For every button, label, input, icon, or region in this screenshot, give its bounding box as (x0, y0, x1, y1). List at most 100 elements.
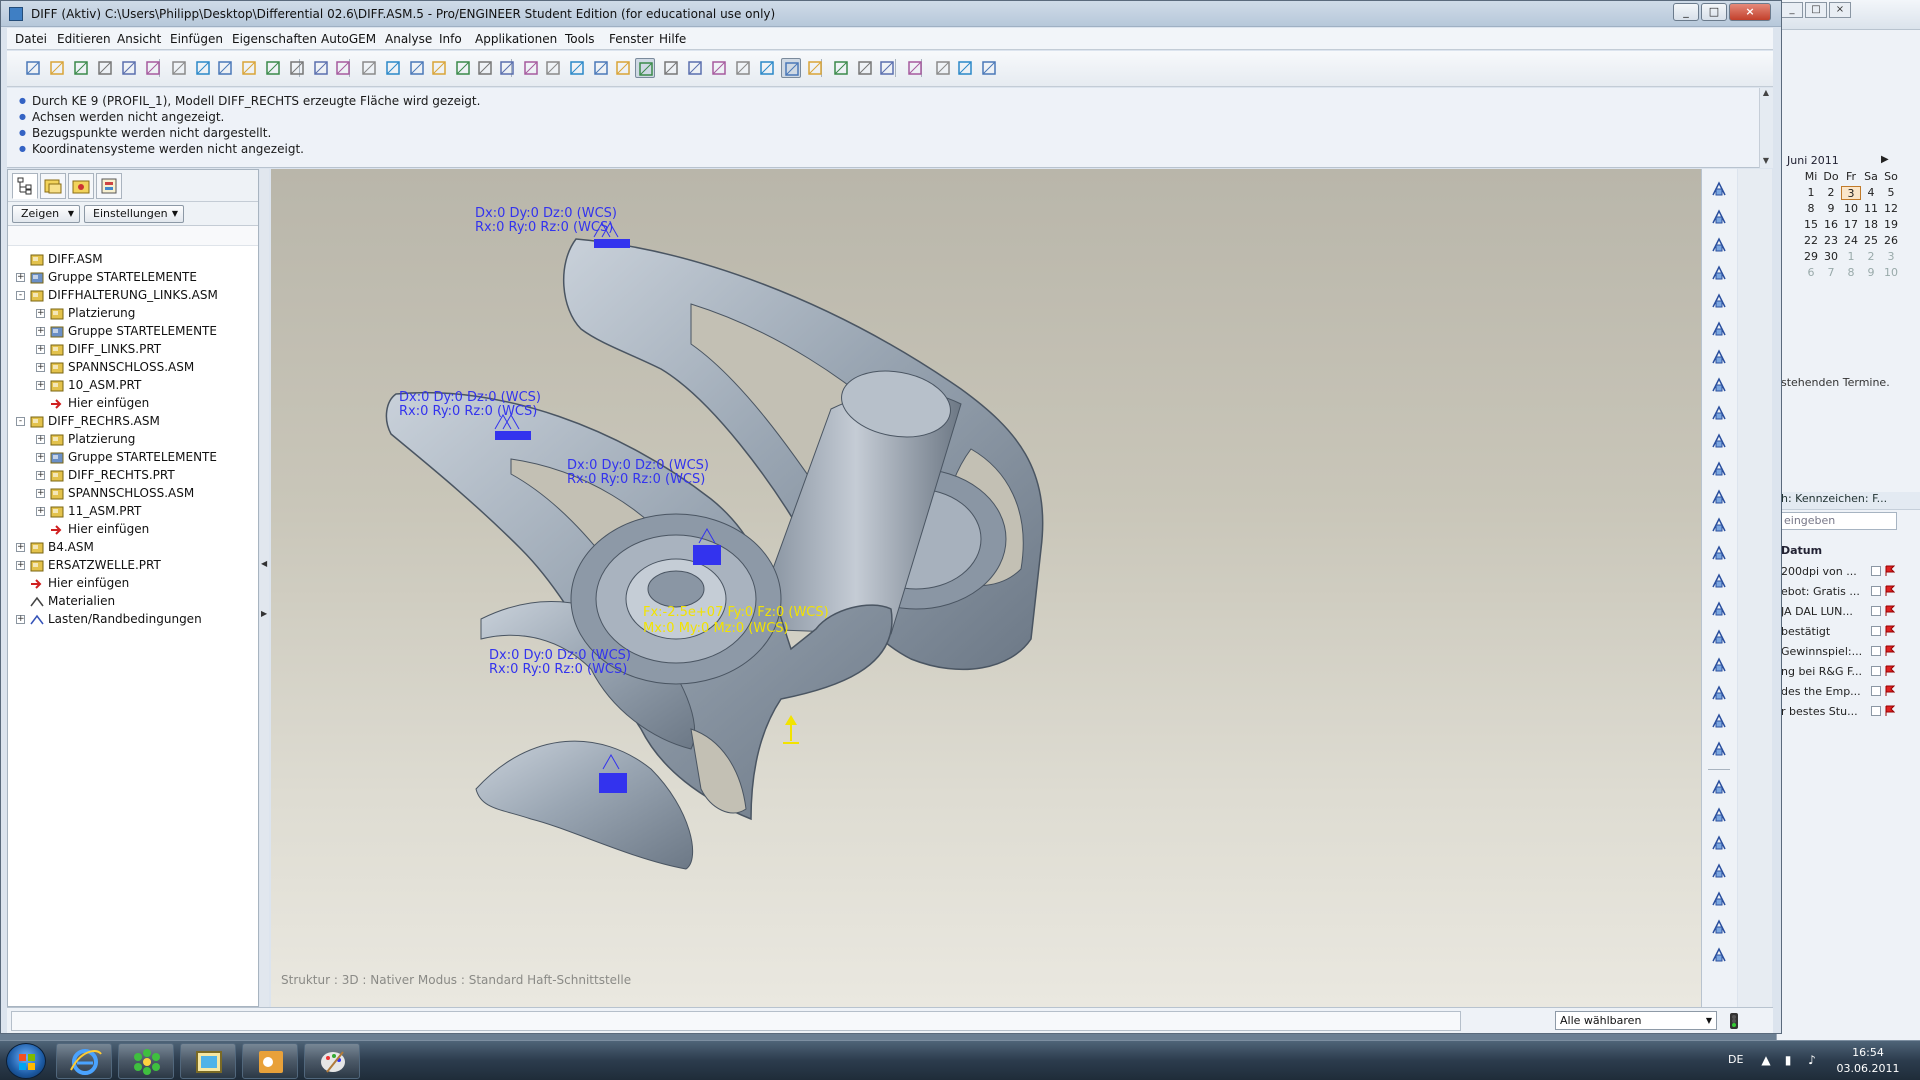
paste-button[interactable] (263, 58, 283, 78)
zoom-out-button[interactable] (429, 58, 449, 78)
wireframe-button[interactable] (567, 58, 587, 78)
flag-icon[interactable] (1885, 645, 1895, 657)
model-viewport[interactable] (271, 169, 1701, 1007)
zoom-in-button[interactable] (407, 58, 427, 78)
help-button[interactable] (955, 58, 975, 78)
temperature-button[interactable] (1709, 319, 1729, 339)
shell-button[interactable] (1709, 543, 1729, 563)
mesh-control-button[interactable] (1709, 945, 1729, 965)
outlook-minimize-button[interactable]: _ (1781, 2, 1803, 18)
tree-node[interactable]: DIFF.ASM (8, 250, 258, 268)
close-button[interactable] (805, 58, 825, 78)
connections-tab[interactable] (96, 173, 122, 199)
fastener-button[interactable] (1709, 683, 1729, 703)
favorites-tab[interactable] (68, 173, 94, 199)
refit-button[interactable] (453, 58, 473, 78)
volume-region-button[interactable] (1709, 861, 1729, 881)
calendar-cell[interactable]: 9 (1861, 266, 1881, 280)
no-hidden-button[interactable] (613, 58, 633, 78)
distribute-button[interactable] (877, 58, 897, 78)
mass-button[interactable] (1709, 487, 1729, 507)
task-date-column-header[interactable]: Datum (1781, 544, 1822, 557)
calendar-cell[interactable]: 12 (1881, 202, 1901, 216)
task-row[interactable]: 200dpi von ... (1777, 562, 1920, 582)
tree-node[interactable]: Materialien (8, 592, 258, 610)
menu-item[interactable]: Hilfe (659, 32, 686, 46)
task-checkbox[interactable] (1871, 686, 1881, 696)
weighted-link-button[interactable] (1709, 599, 1729, 619)
email-button[interactable] (119, 58, 139, 78)
annotation-button[interactable] (757, 58, 777, 78)
tree-node[interactable]: +10_ASM.PRT (8, 376, 258, 394)
task-checkbox[interactable] (1871, 586, 1881, 596)
tree-node[interactable]: + B4.ASM (8, 538, 258, 556)
language-indicator[interactable]: DE (1728, 1053, 1743, 1066)
task-arrange-header[interactable]: h: Kennzeichen: F... (1777, 492, 1920, 510)
save-button[interactable] (71, 58, 91, 78)
calendar-cell[interactable]: 1 (1841, 250, 1861, 264)
centrifugal-button[interactable] (1709, 291, 1729, 311)
network-icon[interactable]: ▮ (1780, 1053, 1796, 1069)
calendar-cell[interactable]: 6 (1801, 266, 1821, 280)
tree-node[interactable]: +11_ASM.PRT (8, 502, 258, 520)
expand-icon[interactable]: + (36, 435, 45, 444)
expand-icon[interactable]: + (36, 363, 45, 372)
calendar-cell[interactable]: 8 (1801, 202, 1821, 216)
task-row[interactable]: ebot: Gratis ... (1777, 582, 1920, 602)
flag-icon[interactable] (1885, 665, 1895, 677)
tree-node[interactable]: + Platzierung (8, 304, 258, 322)
menu-item[interactable]: Ansicht (117, 32, 161, 46)
tree-node[interactable]: + SPANNSCHLOSS.ASM (8, 484, 258, 502)
calendar-cell[interactable]: 30 (1821, 250, 1841, 264)
surface-region-button[interactable] (1709, 833, 1729, 853)
expand-icon[interactable]: + (36, 327, 45, 336)
contact-button[interactable] (1709, 655, 1729, 675)
task-checkbox[interactable] (1871, 626, 1881, 636)
menu-item[interactable]: Info (439, 32, 462, 46)
collapse-icon[interactable]: - (16, 417, 25, 426)
expand-icon[interactable]: + (16, 273, 25, 282)
selection-filter-select[interactable]: Alle wählbaren ▼ (1555, 1011, 1717, 1030)
menu-item[interactable]: Tools (565, 32, 595, 46)
datum-points-button[interactable] (709, 58, 729, 78)
task-checkbox[interactable] (1871, 566, 1881, 576)
expand-right-icon[interactable]: ▶ (261, 609, 267, 618)
calendar-cell[interactable]: 10 (1881, 266, 1901, 280)
measure-button[interactable] (1709, 711, 1729, 731)
show-dropdown[interactable]: Zeigen ▼ (12, 205, 80, 223)
menu-item[interactable]: Eigenschaften (232, 32, 317, 46)
saved-views-button[interactable] (497, 58, 517, 78)
outlook-maximize-button[interactable]: □ (1805, 2, 1827, 18)
tree-node[interactable]: Hier einfügen (8, 520, 258, 538)
menu-item[interactable]: Datei (15, 32, 47, 46)
taskbar-file-manager[interactable] (180, 1043, 236, 1079)
close-button[interactable]: × (1729, 3, 1771, 21)
new-file-button[interactable] (23, 58, 43, 78)
redo-button[interactable] (193, 58, 213, 78)
task-row[interactable]: JA DAL LUN... (1777, 602, 1920, 622)
undo-button[interactable] (169, 58, 189, 78)
paste-special-button[interactable] (287, 58, 307, 78)
menu-item[interactable]: Einfügen (170, 32, 223, 46)
pressure-button[interactable] (1709, 207, 1729, 227)
calendar-cell[interactable]: 8 (1841, 266, 1861, 280)
open-file-button[interactable] (47, 58, 67, 78)
menu-item[interactable]: Editieren (57, 32, 111, 46)
csys-button[interactable] (733, 58, 753, 78)
select-button[interactable] (781, 58, 801, 78)
expand-icon[interactable]: + (36, 453, 45, 462)
calendar-cell[interactable]: Sa (1861, 170, 1881, 184)
tree-node[interactable]: + Platzierung (8, 430, 258, 448)
pin-button[interactable] (1709, 403, 1729, 423)
tree-node[interactable]: + Gruppe STARTELEMENTE (8, 322, 258, 340)
tree-node[interactable]: - DIFF_RECHRS.ASM (8, 412, 258, 430)
menu-item[interactable]: Applikationen (475, 32, 557, 46)
copy-model-button[interactable] (143, 58, 163, 78)
calendar-cell[interactable]: 4 (1861, 186, 1881, 200)
tree-node[interactable]: + DIFF_LINKS.PRT (8, 340, 258, 358)
flag-icon[interactable] (1885, 625, 1895, 637)
task-checkbox[interactable] (1871, 646, 1881, 656)
calendar-cell[interactable]: 9 (1821, 202, 1841, 216)
displacement-button[interactable] (1709, 347, 1729, 367)
context-help-button[interactable] (979, 58, 999, 78)
